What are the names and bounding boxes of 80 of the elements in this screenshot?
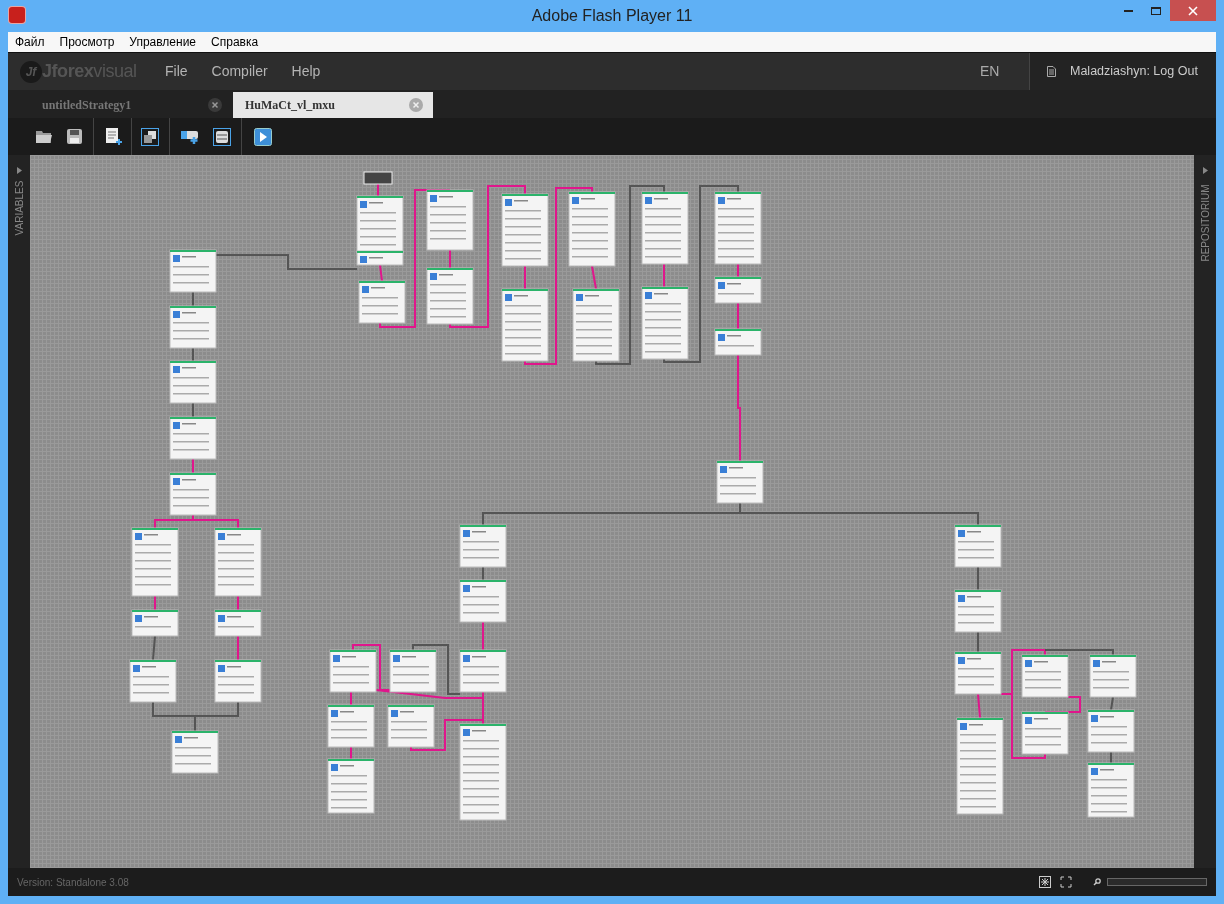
- menu-item[interactable]: Управление: [129, 33, 197, 51]
- diagram-node[interactable]: [459, 579, 507, 623]
- diagram-node[interactable]: [1087, 762, 1135, 818]
- connector-line: [237, 635, 239, 661]
- diagram-node[interactable]: [641, 286, 689, 360]
- diagram-node[interactable]: [954, 524, 1002, 568]
- connector-line: [977, 693, 981, 719]
- diagram-node[interactable]: [954, 589, 1002, 633]
- diagram-node[interactable]: [501, 288, 549, 362]
- diagram-node[interactable]: [426, 267, 474, 325]
- connector-line: [977, 631, 979, 653]
- version-text: Version: Standalone 3.08: [17, 875, 129, 890]
- play-icon[interactable]: [254, 127, 272, 146]
- diagram-node[interactable]: [714, 191, 762, 265]
- diagram-node[interactable]: [572, 288, 620, 362]
- diagram-node[interactable]: [459, 723, 507, 821]
- diagram-node[interactable]: [356, 250, 404, 266]
- fit-icon[interactable]: [1039, 876, 1051, 888]
- close-tab-icon[interactable]: [208, 98, 222, 112]
- diagram-node[interactable]: [169, 472, 217, 516]
- expand-arrow-icon[interactable]: [1202, 167, 1208, 174]
- panel-label[interactable]: VARIABLES: [11, 180, 27, 236]
- add-block-icon[interactable]: [180, 128, 201, 145]
- diagram-node[interactable]: [171, 730, 219, 774]
- menu-item[interactable]: Просмотр: [59, 33, 115, 51]
- diagram-node[interactable]: [954, 651, 1002, 695]
- diagram-node[interactable]: [1021, 711, 1069, 755]
- diagram-node[interactable]: [459, 649, 507, 693]
- connector-line: [482, 621, 484, 651]
- close-icon: [1188, 5, 1198, 16]
- menu-item[interactable]: Help: [291, 61, 321, 82]
- folder-icon[interactable]: [35, 129, 53, 144]
- diagram-node[interactable]: [169, 416, 217, 460]
- save-icon[interactable]: [66, 128, 83, 145]
- diagram-node[interactable]: [714, 328, 762, 356]
- diagram-node[interactable]: [329, 649, 377, 693]
- document-icon: [1047, 66, 1056, 77]
- diagram-node[interactable]: [327, 704, 375, 748]
- menu-item[interactable]: Справка: [211, 33, 259, 51]
- diagram-node[interactable]: [129, 659, 177, 703]
- menu-item[interactable]: Compiler: [211, 61, 268, 82]
- fullscreen-icon[interactable]: [1060, 876, 1072, 888]
- menu-item[interactable]: File: [165, 61, 188, 82]
- diagram-node[interactable]: [1021, 654, 1069, 698]
- logo-mark: Jf: [20, 60, 42, 83]
- diagram-node[interactable]: [501, 193, 549, 267]
- diagram-node[interactable]: [1089, 654, 1137, 698]
- connector-line: [152, 635, 156, 661]
- diagram-node[interactable]: [358, 280, 406, 324]
- panel-label[interactable]: REPOSITORIUM: [1197, 184, 1213, 262]
- diagram-node[interactable]: [214, 527, 262, 597]
- tab[interactable]: HuMaCt_vl_mxu: [233, 92, 433, 118]
- app-icon: [8, 6, 26, 24]
- diagram-node[interactable]: [389, 649, 437, 693]
- diagram-node[interactable]: [387, 704, 435, 748]
- list-icon[interactable]: [212, 126, 232, 147]
- diagram-node[interactable]: [459, 524, 507, 568]
- window-title: Adobe Flash Player 11: [531, 6, 693, 26]
- expand-arrow-icon[interactable]: [16, 167, 22, 174]
- diagram-node[interactable]: [169, 305, 217, 349]
- connector-line: [977, 566, 979, 591]
- menu-item[interactable]: Файл: [15, 33, 45, 51]
- diagram-node[interactable]: [426, 189, 474, 251]
- diagram-node[interactable]: [131, 527, 179, 597]
- layout-icon[interactable]: [140, 126, 160, 147]
- diagram-node[interactable]: [956, 717, 1004, 815]
- diagram-node[interactable]: [214, 609, 262, 637]
- diagram-node[interactable]: [714, 276, 762, 304]
- diagram-node[interactable]: [169, 249, 217, 293]
- diagram-node[interactable]: [327, 758, 375, 814]
- start-node[interactable]: [363, 171, 393, 185]
- diagram-node[interactable]: [641, 191, 689, 265]
- new-document-icon[interactable]: [104, 127, 123, 146]
- diagram-node[interactable]: [1087, 709, 1135, 753]
- diagram-node[interactable]: [131, 609, 179, 637]
- diagram-node[interactable]: [568, 191, 616, 267]
- zoom-icon: [1093, 878, 1101, 886]
- diagram-node[interactable]: [716, 460, 764, 504]
- diagram-node[interactable]: [214, 659, 262, 703]
- diagram-node[interactable]: [169, 360, 217, 404]
